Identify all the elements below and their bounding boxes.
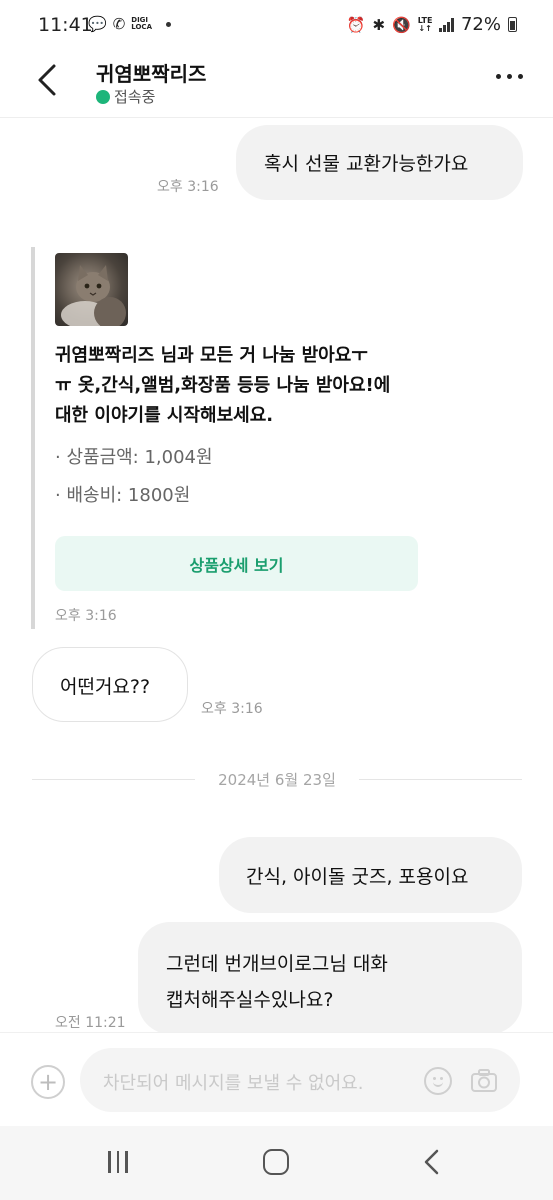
alarm-icon: ⏰ bbox=[346, 15, 366, 34]
online-status: 접속중 bbox=[96, 86, 155, 107]
product-shipping: · 배송비: 1800원 bbox=[55, 485, 191, 506]
message-text: 어떤거요?? bbox=[60, 676, 151, 698]
system-back-button[interactable] bbox=[420, 1148, 444, 1176]
notification-dot-icon bbox=[165, 21, 171, 27]
home-button[interactable] bbox=[263, 1149, 289, 1175]
chat-bubble-icon: 💬 bbox=[88, 15, 107, 33]
system-nav-bar bbox=[0, 1126, 553, 1200]
message-input[interactable]: 차단되어 메시지를 보낼 수 없어요. bbox=[80, 1048, 520, 1112]
message-text: 그런데 번개브이로그님 대화 bbox=[166, 953, 388, 975]
date-divider: 2024년 6월 23일 bbox=[32, 768, 522, 790]
message-time: 오후 3:16 bbox=[157, 179, 219, 195]
digi-loca-icon: DIGI LOCA bbox=[131, 16, 152, 31]
signal-icon bbox=[439, 17, 454, 32]
bluetooth-icon: ✱ bbox=[372, 15, 386, 34]
camera-button[interactable] bbox=[470, 1068, 498, 1094]
message-text: 혹시 선물 교환가능한가요 bbox=[264, 153, 469, 175]
message-bubble-incoming[interactable]: 어떤거요?? bbox=[32, 647, 188, 722]
product-price: · 상품금액: 1,004원 bbox=[55, 447, 213, 468]
input-placeholder: 차단되어 메시지를 보낼 수 없어요. bbox=[103, 1073, 364, 1094]
message-text: 캡처해주실수있나요? bbox=[166, 989, 334, 1011]
back-button[interactable] bbox=[30, 60, 66, 100]
recent-apps-button[interactable] bbox=[108, 1151, 128, 1173]
recent-apps-icon bbox=[108, 1151, 111, 1173]
product-detail-button[interactable]: 상품상세 보기 bbox=[55, 536, 418, 591]
wifi-call-icon: ✆ bbox=[112, 15, 126, 33]
smile-icon bbox=[433, 1081, 443, 1087]
battery-percent: 72% bbox=[460, 14, 501, 35]
message-input-area: + 차단되어 메시지를 보낼 수 없어요. bbox=[0, 1032, 553, 1126]
message-bubble-outgoing[interactable]: 그런데 번개브이로그님 대화 캡처해주실수있나요? bbox=[138, 922, 522, 1034]
more-icon-dot bbox=[496, 74, 501, 79]
battery-icon bbox=[508, 17, 517, 32]
lte-icon: LTE ↓↑ bbox=[417, 15, 433, 33]
emoji-button[interactable] bbox=[424, 1067, 452, 1095]
online-dot-icon bbox=[96, 89, 110, 104]
chat-header: 귀염뽀짝리즈 접속중 bbox=[0, 52, 553, 118]
message-time: 오후 3:16 bbox=[55, 608, 117, 624]
status-left-icons: 💬 ✆ DIGI LOCA bbox=[88, 14, 171, 34]
mute-icon: 🔇 bbox=[392, 15, 411, 34]
product-description: 귀염뽀짝리즈 님과 모든 거 나눔 받아요ㅜ ㅠ 옷,간식,앨범,화장품 등등 … bbox=[55, 345, 391, 426]
product-thumbnail[interactable] bbox=[55, 253, 128, 326]
attach-button[interactable]: + bbox=[31, 1065, 65, 1099]
status-right-icons: ⏰ ✱ 🔇 LTE ↓↑ 72% bbox=[347, 14, 517, 35]
status-bar: 11:41 💬 ✆ DIGI LOCA ⏰ ✱ 🔇 LTE ↓↑ 72% bbox=[0, 0, 553, 52]
message-time: 오전 11:21 bbox=[55, 1015, 126, 1031]
plus-icon: + bbox=[37, 1068, 59, 1096]
divider-line bbox=[359, 779, 522, 780]
status-time: 11:41 bbox=[38, 14, 93, 36]
message-text: 간식, 아이돌 굿즈, 포용이요 bbox=[246, 866, 469, 888]
more-icon-dot bbox=[518, 74, 523, 79]
back-chevron-icon bbox=[424, 1149, 439, 1175]
online-status-label: 접속중 bbox=[114, 88, 156, 106]
message-bubble-outgoing[interactable]: 혹시 선물 교환가능한가요 bbox=[236, 125, 523, 200]
message-time: 오후 3:16 bbox=[201, 701, 263, 717]
message-bubble-outgoing[interactable]: 간식, 아이돌 굿즈, 포용이요 bbox=[219, 837, 522, 913]
chat-title: 귀염뽀짝리즈 bbox=[96, 62, 207, 86]
back-arrow-icon bbox=[38, 64, 56, 96]
camera-icon bbox=[471, 1069, 497, 1092]
more-icon-dot bbox=[507, 74, 512, 79]
more-options-button[interactable] bbox=[496, 74, 523, 79]
cat-photo-icon bbox=[61, 265, 126, 326]
product-card: 귀염뽀짝리즈 님과 모든 거 나눔 받아요ㅜ ㅠ 옷,간식,앨범,화장품 등등 … bbox=[31, 247, 431, 629]
